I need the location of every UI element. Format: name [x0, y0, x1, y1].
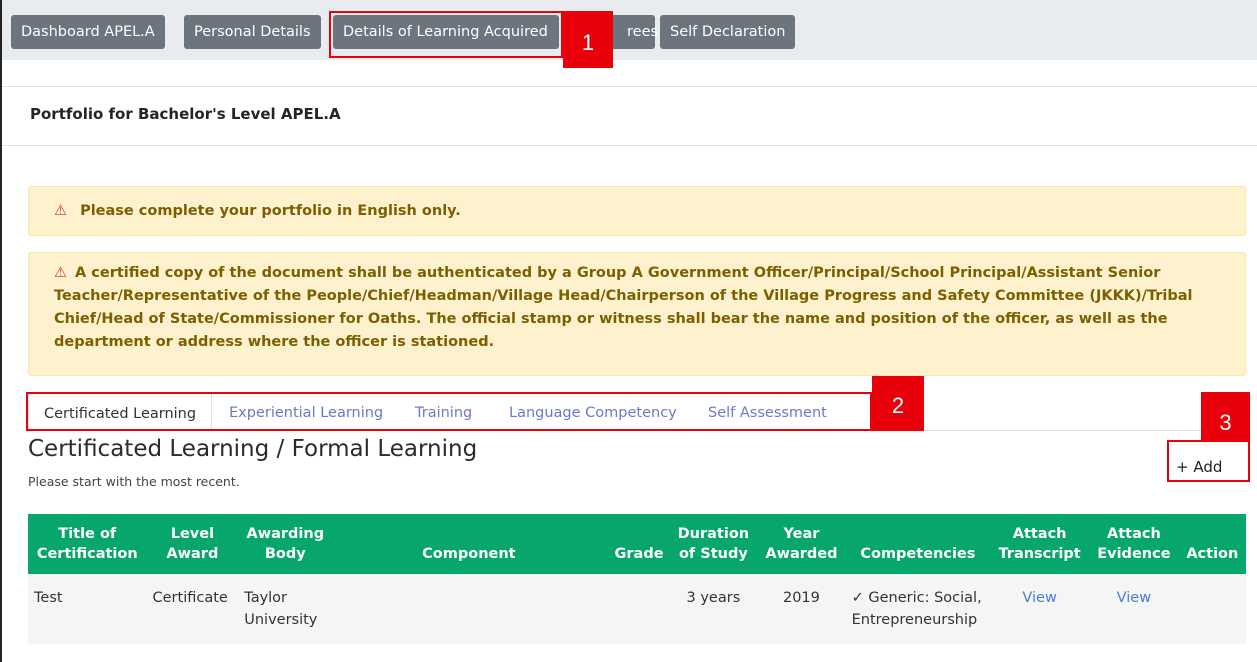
tab-self-declaration[interactable]: Self Declaration	[660, 15, 796, 49]
callout-2: 2	[872, 376, 924, 431]
card-title: Portfolio for Bachelor's Level APEL.A	[2, 86, 1257, 146]
cell-component	[332, 574, 606, 644]
cell-year: 2019	[757, 574, 846, 644]
alert-english-only: ⚠ Please complete your portfolio in Engl…	[28, 186, 1246, 236]
cell-level: Certificate	[146, 574, 239, 644]
add-button[interactable]: + Add	[1176, 458, 1222, 476]
warning-triangle-icon: ⚠	[54, 265, 67, 281]
alert-certified-copy: ⚠ A certified copy of the document shall …	[28, 252, 1246, 376]
col-grade: Grade	[605, 514, 670, 574]
cell-competencies: ✓ Generic: Social, Entrepreneurship	[845, 574, 991, 644]
cell-duration: 3 years	[669, 574, 758, 644]
col-competencies: Competencies	[845, 514, 991, 574]
col-component: Component	[332, 514, 606, 574]
warning-triangle-icon: ⚠	[54, 203, 67, 219]
col-level: Level Award	[146, 514, 239, 574]
col-body: Awarding Body	[238, 514, 333, 574]
certification-table: Title of Certification Level Award Award…	[28, 514, 1246, 644]
table-row: Test Certificate Taylor University 3 yea…	[28, 574, 1246, 644]
col-action: Action	[1178, 514, 1246, 574]
cell-body: Taylor University	[238, 574, 333, 644]
alert-english-text: Please complete your portfolio in Englis…	[80, 203, 461, 219]
tab-dashboard[interactable]: Dashboard APEL.A	[11, 15, 165, 49]
cell-title: Test	[28, 574, 147, 644]
col-year: Year Awarded	[757, 514, 846, 574]
section-title: Certificated Learning / Formal Learning	[28, 436, 478, 462]
col-title: Title of Certification	[28, 514, 147, 574]
table-header-row: Title of Certification Level Award Award…	[28, 514, 1246, 574]
callout-3: 3	[1201, 392, 1250, 440]
cell-grade	[605, 574, 670, 644]
cell-action	[1178, 574, 1246, 644]
callout-box-1	[329, 11, 563, 58]
view-evidence-link[interactable]: View	[1117, 590, 1151, 606]
section-hint: Please start with the most recent.	[28, 474, 240, 489]
page: Dashboard APEL.A Personal Details Detail…	[0, 0, 1257, 662]
col-duration: Duration of Study	[669, 514, 758, 574]
col-evidence: Attach Evidence	[1089, 514, 1179, 574]
callout-1: 1	[563, 11, 613, 68]
callout-box-2	[26, 392, 872, 431]
alert-certified-text: A certified copy of the document shall b…	[54, 265, 1193, 350]
col-transcript: Attach Transcript	[990, 514, 1090, 574]
tab-personal-details[interactable]: Personal Details	[184, 15, 321, 49]
view-transcript-link[interactable]: View	[1022, 590, 1056, 606]
